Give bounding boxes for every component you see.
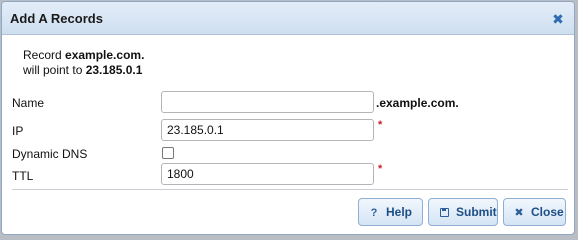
ip-required-marker: * [378, 119, 383, 131]
dynamic-dns-checkbox[interactable] [162, 147, 174, 159]
name-label: Name [12, 96, 45, 110]
save-icon [437, 200, 451, 226]
ttl-input[interactable] [161, 163, 374, 185]
summary-target-prefix: will point to [23, 63, 86, 77]
dialog-title: Add A Records [10, 11, 103, 26]
domain-suffix: .example.com. [376, 96, 459, 110]
add-a-records-dialog: Add A Records ✖ Record example.com. will… [1, 1, 575, 235]
footer-divider [12, 189, 568, 190]
help-button-label: Help [386, 205, 413, 219]
record-summary: Record example.com. will point to 23.185… [23, 48, 144, 78]
help-button[interactable]: ? Help [358, 198, 423, 226]
close-icon[interactable]: ✖ [550, 11, 566, 27]
submit-button[interactable]: Submit [428, 198, 498, 226]
close-icon: ✖ [514, 207, 524, 219]
summary-line-record: Record example.com. [23, 48, 144, 63]
ttl-label: TTL [12, 169, 34, 183]
dialog-titlebar[interactable]: Add A Records ✖ [2, 2, 574, 35]
summary-line-target: will point to 23.185.0.1 [23, 63, 144, 78]
ttl-required-marker: * [378, 163, 383, 175]
summary-record-name: example.com. [65, 48, 145, 62]
submit-button-label: Submit [456, 205, 497, 219]
ip-label: IP [12, 124, 24, 138]
summary-target-ip: 23.185.0.1 [85, 63, 143, 77]
name-input[interactable] [161, 91, 374, 113]
question-icon: ? [370, 207, 378, 219]
dynamic-dns-label: Dynamic DNS [12, 147, 88, 161]
close-button-label: Close [531, 205, 564, 219]
ip-input[interactable] [161, 119, 374, 141]
close-button[interactable]: ✖ Close [503, 198, 566, 226]
summary-record-prefix: Record [23, 48, 66, 62]
